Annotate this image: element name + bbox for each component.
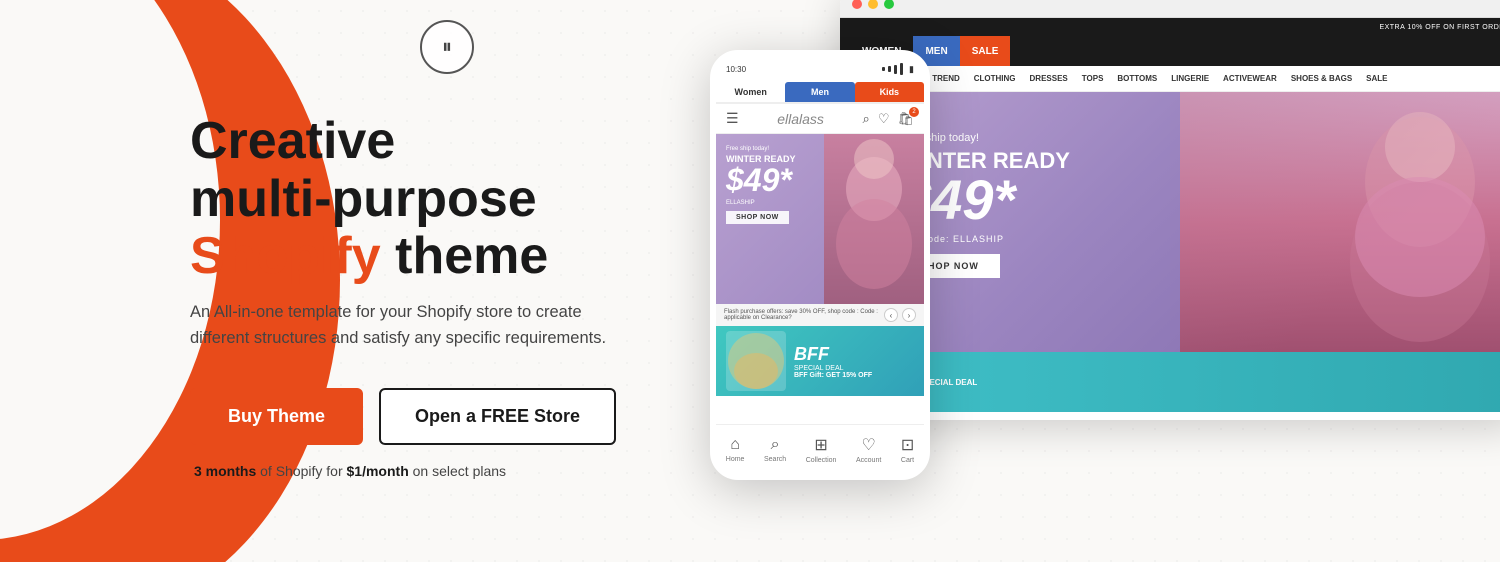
bottom-nav-search[interactable]: ⌕ Search [764,436,786,463]
menu-trend[interactable]: TREND [932,74,960,83]
signal-bar-2 [888,66,891,72]
promo-arrows: ‹ › [884,308,916,322]
mobile-tab-men[interactable]: Men [785,82,854,102]
mobile-free-ship: Free ship today! [726,146,914,152]
collection-icon: ⊞ [814,435,827,455]
search-bottom-icon: ⌕ [771,436,780,454]
open-free-store-button[interactable]: Open a FREE Store [379,388,616,445]
search-label: Search [764,456,786,463]
hero-content-left: Creative multi-purpose Shopify theme An … [0,83,680,478]
store-subbar: EIIA NEW IN TREND CLOTHING DRESSES TOPS … [840,66,1500,92]
home-label: Home [726,456,745,463]
signal-bar-1 [882,67,885,71]
battery-icon: ▮ [909,64,914,75]
account-icon[interactable]: ♡ [878,111,890,127]
mobile-bottom-nav: ⌂ Home ⌕ Search ⊞ Collection ♡ Account ⊡ [716,424,924,474]
desktop-store-content: EXTRA 10% OFF ON FIRST ORDER WOMEN MEN S… [840,18,1500,420]
mobile-store-header: ☰ ellalass ⌕ ♡ 🛍 2 [716,104,924,134]
store-nav: WOMEN MEN SALE [840,36,1500,66]
buy-theme-button[interactable]: Buy Theme [190,388,363,445]
menu-dresses[interactable]: DRESSES [1030,74,1068,83]
window-dot-green [884,0,894,9]
mobile-shop-btn[interactable]: SHOP NOW [726,211,789,224]
menu-lingerie[interactable]: LINGERIE [1171,74,1209,83]
menu-bottoms[interactable]: BOTTOMS [1117,74,1157,83]
bottom-nav-account[interactable]: ♡ Account [856,435,881,464]
account-label: Account [856,457,881,464]
mobile-price: $49* [726,164,914,196]
mobile-header-icons: ⌕ ♡ 🛍 2 [863,111,914,127]
mockups-area: EXTRA 10% OFF ON FIRST ORDER WOMEN MEN S… [650,0,1500,562]
prev-arrow[interactable]: ‹ [884,308,898,322]
bff-deal: BFF Gift: GET 15% OFF [794,372,872,379]
search-icon[interactable]: ⌕ [863,111,870,127]
bff-banner: BFF SPECIAL DEAL [840,352,1500,412]
mobile-status-bar: 10:30 ▮ [716,56,924,82]
hamburger-icon[interactable]: ☰ [726,110,739,127]
account-bottom-icon: ♡ [861,435,875,455]
mobile-promo-bar: Flash purchase offers: save 30% OFF, sho… [716,304,924,326]
window-dot-yellow [868,0,878,9]
mobile-tab-women[interactable]: Women [716,82,785,102]
fashion-svg [1180,92,1500,352]
mobile-mockup: 10:30 ▮ Women Men Kids ☰ ellalass [710,50,930,480]
bottom-nav-collection[interactable]: ⊞ Collection [806,435,837,464]
hero-headline: Creative multi-purpose Shopify theme [190,113,680,285]
nav-tab-sale[interactable]: SALE [960,36,1011,66]
bff-sub: SPECIAL DEAL [794,365,872,372]
pause-icon: ⏸ [442,36,452,59]
window-dot-red [852,0,862,9]
hero-subtitle: An All-in-one template for your Shopify … [190,299,630,352]
mobile-nav-tabs: Women Men Kids [716,82,924,104]
store-promo-text: EXTRA 10% OFF ON FIRST ORDER [1379,24,1500,31]
next-arrow[interactable]: › [902,308,916,322]
pause-button[interactable]: ⏸ [420,20,474,74]
mobile-tab-kids[interactable]: Kids [855,82,924,102]
menu-shoes[interactable]: SHOES & BAGS [1291,74,1352,83]
bottom-nav-home[interactable]: ⌂ Home [726,436,745,463]
home-icon: ⌂ [730,436,740,454]
headline-line1: Creative [190,112,395,170]
cart-bottom-icon: ⊡ [901,435,914,455]
mobile-hero-text: Free ship today! WINTER READY $49* ELLAS… [726,146,914,224]
cart-label: Cart [901,457,914,464]
signal-bars: ▮ [882,63,914,75]
signal-bar-3 [894,65,897,74]
menu-activewear[interactable]: ACTIVEWEAR [1223,74,1277,83]
menu-sale[interactable]: SALE [1366,74,1387,83]
menu-tops[interactable]: TOPS [1082,74,1104,83]
headline-shopify: Shopify [190,227,381,285]
headline-line2: multi-purpose [190,170,537,228]
bff-image-placeholder [726,331,786,391]
signal-bar-4 [900,63,903,75]
bff-text-content: BFF SPECIAL DEAL BFF Gift: GET 15% OFF [794,344,872,379]
store-hero-banner: Free ship today! WINTER READY $49* Use c… [840,92,1500,352]
mobile-code: ELLASHIP [726,200,914,206]
mobile-bff-section: BFF SPECIAL DEAL BFF Gift: GET 15% OFF [716,326,924,396]
mobile-hero-banner: Free ship today! WINTER READY $49* ELLAS… [716,134,924,304]
mobile-time: 10:30 [726,65,746,74]
bottom-nav-cart[interactable]: ⊡ Cart [901,435,914,464]
cta-buttons: Buy Theme Open a FREE Store [190,388,680,445]
store-promo-bar: EXTRA 10% OFF ON FIRST ORDER [840,18,1500,36]
cart-icon[interactable]: 🛍 2 [897,111,914,127]
fashion-model-image [1180,92,1500,352]
hero-section: Creative multi-purpose Shopify theme An … [0,0,1500,562]
promo-label: 3 months of Shopify for $1/month on sele… [194,463,680,479]
mobile-logo: ellalass [777,111,824,127]
cart-badge: 2 [909,107,919,117]
desktop-topbar [840,0,1500,18]
bff-title: BFF [794,344,872,365]
desktop-mockup: EXTRA 10% OFF ON FIRST ORDER WOMEN MEN S… [840,0,1500,420]
collection-label: Collection [806,457,837,464]
menu-clothing[interactable]: CLOTHING [974,74,1016,83]
promo-bar-text: Flash purchase offers: save 30% OFF, sho… [724,309,878,321]
